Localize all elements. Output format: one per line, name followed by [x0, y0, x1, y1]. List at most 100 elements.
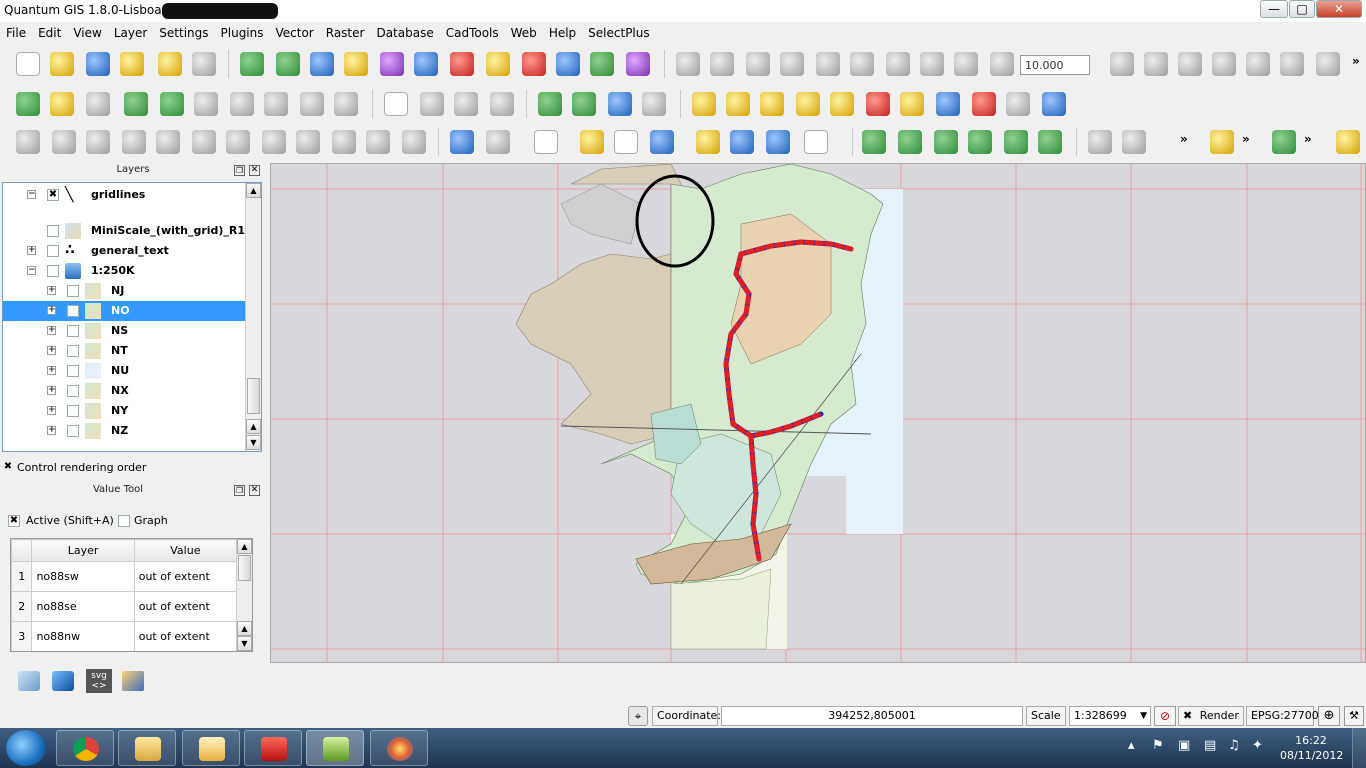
- layer-item-nx[interactable]: + NX: [3, 381, 245, 401]
- menu-layer[interactable]: Layer: [108, 23, 153, 43]
- show-desktop-button[interactable]: [1352, 728, 1366, 768]
- scale-combobox[interactable]: 1:328699 ▼: [1069, 706, 1151, 726]
- toolbar-overflow-2[interactable]: »: [1180, 132, 1188, 146]
- add-raster-layer-icon[interactable]: [276, 52, 300, 76]
- taskbar-acrobat[interactable]: [244, 730, 302, 766]
- digitize-circle-icon[interactable]: [1212, 52, 1236, 76]
- gps-tools-icon[interactable]: [626, 52, 650, 76]
- spiral-icon[interactable]: [1316, 52, 1340, 76]
- menu-settings[interactable]: Settings: [153, 23, 214, 43]
- taskbar-paint[interactable]: [370, 730, 428, 766]
- move-label-icon[interactable]: [490, 92, 514, 116]
- redo-icon[interactable]: [52, 130, 76, 154]
- add-ring-2-icon[interactable]: [122, 130, 146, 154]
- network-icon[interactable]: ▤: [1204, 738, 1216, 753]
- menu-plugins[interactable]: Plugins: [215, 23, 270, 43]
- zoom-in-icon[interactable]: [760, 92, 784, 116]
- layer-props-icon[interactable]: [1038, 130, 1062, 154]
- new-print-composer-icon[interactable]: [158, 52, 182, 76]
- column-header-value[interactable]: Value: [133, 539, 238, 562]
- cro-checkbox[interactable]: ✖: [2, 462, 14, 474]
- scroll-thumb[interactable]: [247, 378, 260, 414]
- render-checkbox[interactable]: ✖: [1183, 709, 1192, 722]
- device-icon[interactable]: ▣: [1178, 738, 1190, 753]
- expander-icon[interactable]: +: [47, 326, 56, 335]
- expander-icon[interactable]: −: [27, 266, 36, 275]
- reshape-icon[interactable]: [230, 92, 254, 116]
- volume-icon[interactable]: ♫: [1228, 738, 1240, 753]
- remove-layer-icon[interactable]: [522, 52, 546, 76]
- new-project-icon[interactable]: [16, 52, 40, 76]
- close-button[interactable]: ✕: [1316, 0, 1362, 18]
- value-tool-float-icon[interactable]: ❐: [234, 485, 245, 496]
- zoom-selection-icon[interactable]: [900, 92, 924, 116]
- layer-checkbox[interactable]: [67, 365, 79, 377]
- add-postgis-layer-icon[interactable]: [310, 52, 334, 76]
- add-wfs-2-icon[interactable]: [862, 130, 886, 154]
- menu-file[interactable]: File: [0, 23, 32, 43]
- svg-export-icon[interactable]: svg <>: [86, 669, 112, 693]
- map-canvas[interactable]: [270, 163, 1366, 663]
- print-icon[interactable]: [192, 52, 216, 76]
- add-wms-layer-icon[interactable]: [414, 52, 438, 76]
- zoom-next-icon[interactable]: [1006, 92, 1030, 116]
- refresh-icon[interactable]: [1042, 92, 1066, 116]
- scroll-down-icon[interactable]: ▼: [246, 435, 261, 450]
- crs-globe-icon[interactable]: ⊕: [1318, 706, 1340, 726]
- digitize-ring-icon[interactable]: [1280, 52, 1304, 76]
- layer-checkbox[interactable]: [67, 325, 79, 337]
- add-part-2-icon[interactable]: [156, 130, 180, 154]
- layer-item-nt[interactable]: + NT: [3, 341, 245, 361]
- toggle-editing-icon[interactable]: [710, 52, 734, 76]
- zoom-last-icon[interactable]: [972, 92, 996, 116]
- map-tips-icon[interactable]: [696, 130, 720, 154]
- layer-checkbox[interactable]: [67, 305, 79, 317]
- expander-icon[interactable]: +: [47, 306, 56, 315]
- scroll-thumb[interactable]: [238, 555, 251, 581]
- scroll-up-icon[interactable]: ▲: [237, 539, 252, 554]
- add-ring-icon[interactable]: [124, 92, 148, 116]
- snapping-tolerance-input[interactable]: 10.000: [1020, 55, 1090, 75]
- save-project-icon[interactable]: [86, 52, 110, 76]
- clock[interactable]: 16:22 08/11/2012: [1280, 733, 1343, 763]
- digitize-ellipse-icon[interactable]: [1246, 52, 1270, 76]
- menu-cadtools[interactable]: CadTools: [440, 23, 505, 43]
- edit-note-icon[interactable]: [122, 671, 144, 691]
- node-tool-icon[interactable]: [816, 52, 840, 76]
- digitize-polygon-icon[interactable]: [1178, 52, 1202, 76]
- menu-database[interactable]: Database: [370, 23, 439, 43]
- offset-curve-icon[interactable]: [264, 92, 288, 116]
- identify-icon[interactable]: [450, 130, 474, 154]
- taskbar-chrome[interactable]: [56, 730, 114, 766]
- delete-part-2-icon[interactable]: [262, 130, 286, 154]
- layers-float-icon[interactable]: ❐: [234, 165, 245, 176]
- value-tool-close-icon[interactable]: ✕: [249, 485, 260, 496]
- new-bookmark-icon[interactable]: [730, 130, 754, 154]
- save-as-icon[interactable]: [120, 52, 144, 76]
- digitize-square-icon[interactable]: [1144, 52, 1168, 76]
- table-row[interactable]: 1 no88sw out of extent: [11, 561, 238, 592]
- tile-scale-icon[interactable]: [642, 92, 666, 116]
- graph-checkbox[interactable]: [118, 515, 130, 527]
- new-shapefile-icon[interactable]: [556, 52, 580, 76]
- add-spatialite-layer-icon[interactable]: [344, 52, 368, 76]
- toolbar-overflow-4[interactable]: »: [1304, 132, 1312, 146]
- active-checkbox[interactable]: ✖: [8, 515, 20, 527]
- pan-to-selection-icon[interactable]: [726, 92, 750, 116]
- select-features-icon[interactable]: [534, 130, 558, 154]
- zoom-actual-icon[interactable]: [830, 92, 854, 116]
- zoom-full-icon[interactable]: [866, 92, 890, 116]
- open-project-icon[interactable]: [50, 52, 74, 76]
- delete-selected-icon[interactable]: [850, 52, 874, 76]
- layer-checkbox[interactable]: [47, 265, 59, 277]
- layer-item-nz[interactable]: + NZ: [3, 421, 245, 441]
- show-hide-labels-icon[interactable]: [454, 92, 478, 116]
- taskbar-outlook[interactable]: [182, 730, 240, 766]
- render-toggle[interactable]: ✖ Render: [1178, 706, 1244, 726]
- current-edits-icon[interactable]: [676, 52, 700, 76]
- menu-edit[interactable]: Edit: [32, 23, 67, 43]
- add-wcs-layer-icon[interactable]: [450, 52, 474, 76]
- layer-checkbox[interactable]: [67, 425, 79, 437]
- star-layer-icon[interactable]: [50, 92, 74, 116]
- layer-checkbox[interactable]: [67, 385, 79, 397]
